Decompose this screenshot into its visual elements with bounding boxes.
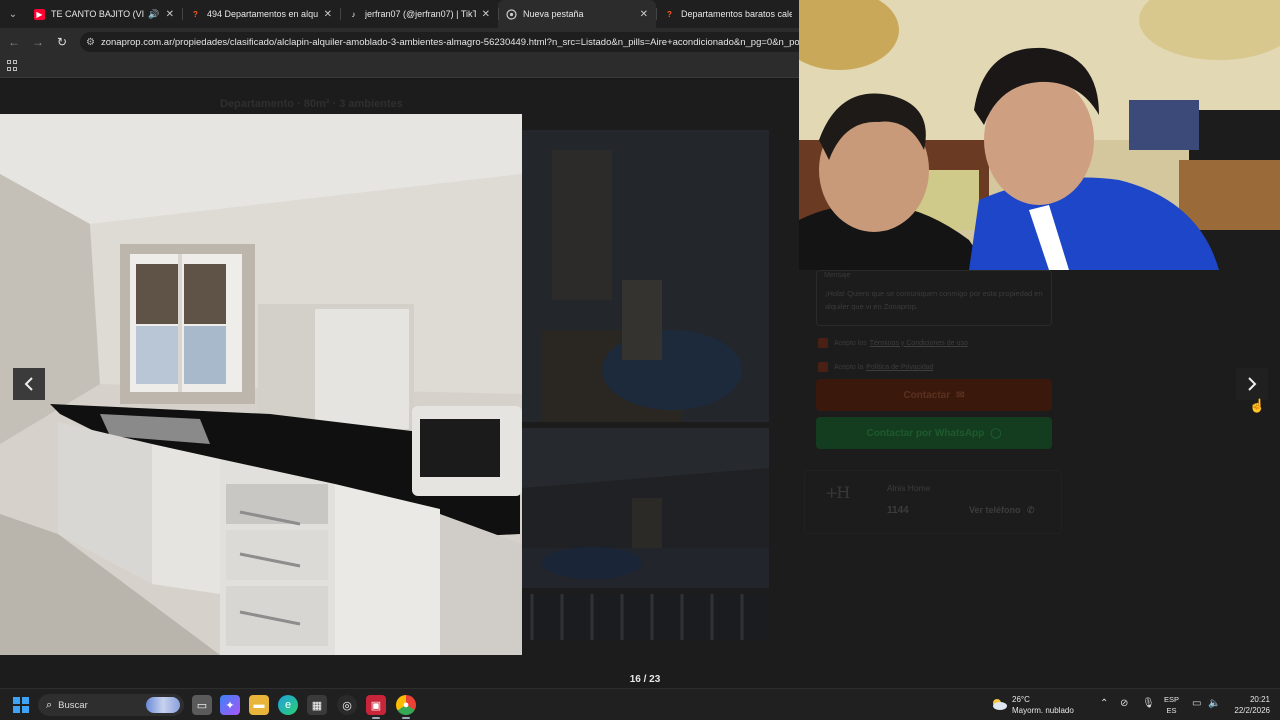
whatsapp-icon: ◯ bbox=[990, 427, 1002, 439]
message-textarea[interactable]: ¡Hola! Quiero que se comuniquen conmigo … bbox=[816, 270, 1052, 326]
store-icon[interactable]: ▦ bbox=[307, 695, 327, 715]
whatsapp-button-label: Contactar por WhatsApp bbox=[866, 427, 985, 439]
weather-desc: Mayorm. nublado bbox=[1012, 706, 1074, 715]
message-label: Mensaje bbox=[824, 272, 851, 279]
windows-taskbar: ⌕ Buscar ▭ ✦ ▬ e ▦ ◎ ▣ ● 26°C Mayorm. nu… bbox=[0, 688, 1280, 720]
thumbnail-photo[interactable] bbox=[522, 428, 769, 588]
forward-arrow-icon[interactable]: → bbox=[26, 35, 50, 49]
zonaprop-icon: ? bbox=[193, 9, 198, 19]
reload-icon[interactable]: ↻ bbox=[50, 35, 74, 49]
agent-card: +H Alnis Home 1144 Ver teléfono ✆ bbox=[804, 470, 1062, 534]
network-off-icon[interactable]: ⊘ bbox=[1120, 698, 1128, 709]
close-icon[interactable]: ✕ bbox=[166, 9, 174, 20]
terms-link[interactable]: Términos y Condiciones de uso bbox=[870, 340, 968, 347]
tab-title: Departamentos baratos calefac bbox=[681, 9, 792, 19]
search-highlight-icon bbox=[146, 697, 180, 713]
chrome-taskbar-icon[interactable]: ● bbox=[396, 695, 416, 719]
chrome-icon bbox=[506, 8, 517, 20]
privacy-checkbox[interactable]: Acepto la Política de Privacidad bbox=[818, 362, 934, 372]
terms-prefix: Acepto los bbox=[834, 339, 867, 347]
taskbar-search[interactable]: ⌕ Buscar bbox=[38, 694, 184, 716]
terms-checkbox[interactable]: Acepto los Términos y Condiciones de uso bbox=[818, 338, 968, 348]
tab-strip: ⌄ ▶ TE CANTO BAJITO (VIDEO O 🔊 ✕ ? 494 D… bbox=[0, 0, 800, 28]
clock-date: 22/2/2026 bbox=[1234, 706, 1270, 715]
youtube-icon: ▶ bbox=[34, 8, 45, 20]
lang-top: ESP bbox=[1164, 695, 1180, 704]
whatsapp-button[interactable]: Contactar por WhatsApp ◯ bbox=[816, 417, 1052, 449]
agent-name: Alnis Home bbox=[887, 483, 931, 493]
tab-youtube[interactable]: ▶ TE CANTO BAJITO (VIDEO O 🔊 ✕ bbox=[26, 0, 182, 28]
language-indicator[interactable]: ESP ES bbox=[1164, 694, 1179, 716]
bookmarks-bar bbox=[0, 56, 800, 78]
chevron-up-icon[interactable]: ⌃ bbox=[1100, 698, 1108, 709]
display-icon[interactable]: ▭ bbox=[1192, 698, 1201, 709]
contact-button[interactable]: Contactar ✉ bbox=[816, 379, 1052, 411]
webcam-video bbox=[799, 0, 1280, 270]
weather-widget[interactable]: 26°C Mayorm. nublado bbox=[1012, 694, 1074, 716]
back-arrow-icon[interactable]: ← bbox=[2, 35, 26, 49]
navigation-bar: ← → ↻ ⚙ zonaprop.com.ar/propiedades/clas… bbox=[0, 28, 800, 56]
phone-icon: ✆ bbox=[1027, 505, 1035, 515]
edge-icon[interactable]: e bbox=[278, 695, 298, 715]
agent-phone: 1144 bbox=[887, 505, 909, 516]
tab-search-icon[interactable]: ⌄ bbox=[0, 0, 26, 28]
agent-logo: +H bbox=[825, 483, 850, 502]
volume-icon[interactable]: 🔈 bbox=[1208, 698, 1220, 709]
checkbox-icon bbox=[818, 362, 828, 372]
see-phone-label: Ver teléfono bbox=[969, 505, 1021, 515]
lang-bottom: ES bbox=[1166, 706, 1177, 715]
zonaprop-icon: ? bbox=[667, 9, 672, 19]
message-text: ¡Hola! Quiero que se comuniquen conmigo … bbox=[825, 289, 1043, 311]
see-phone-link[interactable]: Ver teléfono ✆ bbox=[969, 505, 1035, 516]
photo-counter: 16 / 23 bbox=[629, 674, 661, 685]
tab-title: Nueva pestaña bbox=[523, 9, 584, 19]
privacy-prefix: Acepto la bbox=[834, 363, 864, 371]
contact-button-label: Contactar bbox=[903, 389, 951, 401]
close-icon[interactable]: ✕ bbox=[640, 9, 648, 20]
task-view-icon[interactable]: ▭ bbox=[192, 695, 212, 715]
tab-zonaprop-results[interactable]: ? 494 Departamentos en alquiler ✕ bbox=[182, 0, 340, 28]
thumbnail-photo[interactable] bbox=[522, 130, 769, 422]
tab-new-tab[interactable]: Nueva pestaña ✕ bbox=[498, 0, 656, 28]
file-explorer-icon[interactable]: ▬ bbox=[249, 695, 269, 715]
address-bar[interactable]: ⚙ zonaprop.com.ar/propiedades/clasificad… bbox=[80, 32, 800, 52]
site-info-icon[interactable]: ⚙ bbox=[86, 37, 95, 48]
mail-icon: ✉ bbox=[956, 389, 965, 401]
copilot-icon[interactable]: ✦ bbox=[220, 695, 240, 715]
clock-time: 20:21 bbox=[1249, 695, 1270, 704]
cloudy-weather-icon bbox=[990, 697, 1008, 711]
chevron-right-icon bbox=[1248, 377, 1257, 391]
close-icon[interactable]: ✕ bbox=[482, 9, 490, 20]
next-photo-button[interactable] bbox=[1236, 368, 1268, 400]
tab-title: jerfran07 (@jerfran07) | TikTok bbox=[365, 9, 476, 19]
recording-app-icon[interactable]: ▣ bbox=[366, 695, 386, 719]
checkbox-icon bbox=[818, 338, 828, 348]
search-icon: ⌕ bbox=[46, 698, 53, 711]
main-photo[interactable] bbox=[0, 114, 522, 655]
search-placeholder: Buscar bbox=[58, 699, 88, 711]
app-icon[interactable]: ◎ bbox=[337, 695, 357, 715]
hand-cursor-icon: ☝ bbox=[1249, 398, 1266, 413]
tab-title: 494 Departamentos en alquiler bbox=[207, 9, 318, 19]
speaker-icon[interactable]: 🔊 bbox=[148, 9, 159, 20]
close-icon[interactable]: ✕ bbox=[324, 9, 332, 20]
privacy-link[interactable]: Política de Privacidad bbox=[866, 364, 933, 371]
clock[interactable]: 20:21 22/2/2026 bbox=[1226, 694, 1270, 716]
tab-tiktok[interactable]: ♪ jerfran07 (@jerfran07) | TikTok ✕ bbox=[340, 0, 498, 28]
tab-zonaprop-cheap[interactable]: ? Departamentos baratos calefac bbox=[656, 0, 800, 28]
apps-grid-icon[interactable] bbox=[7, 60, 18, 71]
listing-title: Departamento · 80m² · 3 ambientes bbox=[220, 98, 403, 110]
microphone-icon[interactable]: 🎙 bbox=[1142, 698, 1155, 709]
thumbnail-photo[interactable] bbox=[522, 594, 769, 640]
previous-photo-button[interactable] bbox=[13, 368, 45, 400]
tab-title: TE CANTO BAJITO (VIDEO O bbox=[51, 9, 145, 19]
url-text: zonaprop.com.ar/propiedades/clasificado/… bbox=[100, 36, 800, 48]
windows-start-icon[interactable] bbox=[13, 697, 29, 713]
weather-temp: 26°C bbox=[1012, 695, 1030, 704]
chevron-left-icon bbox=[24, 377, 33, 391]
tiktok-icon: ♪ bbox=[351, 9, 356, 19]
